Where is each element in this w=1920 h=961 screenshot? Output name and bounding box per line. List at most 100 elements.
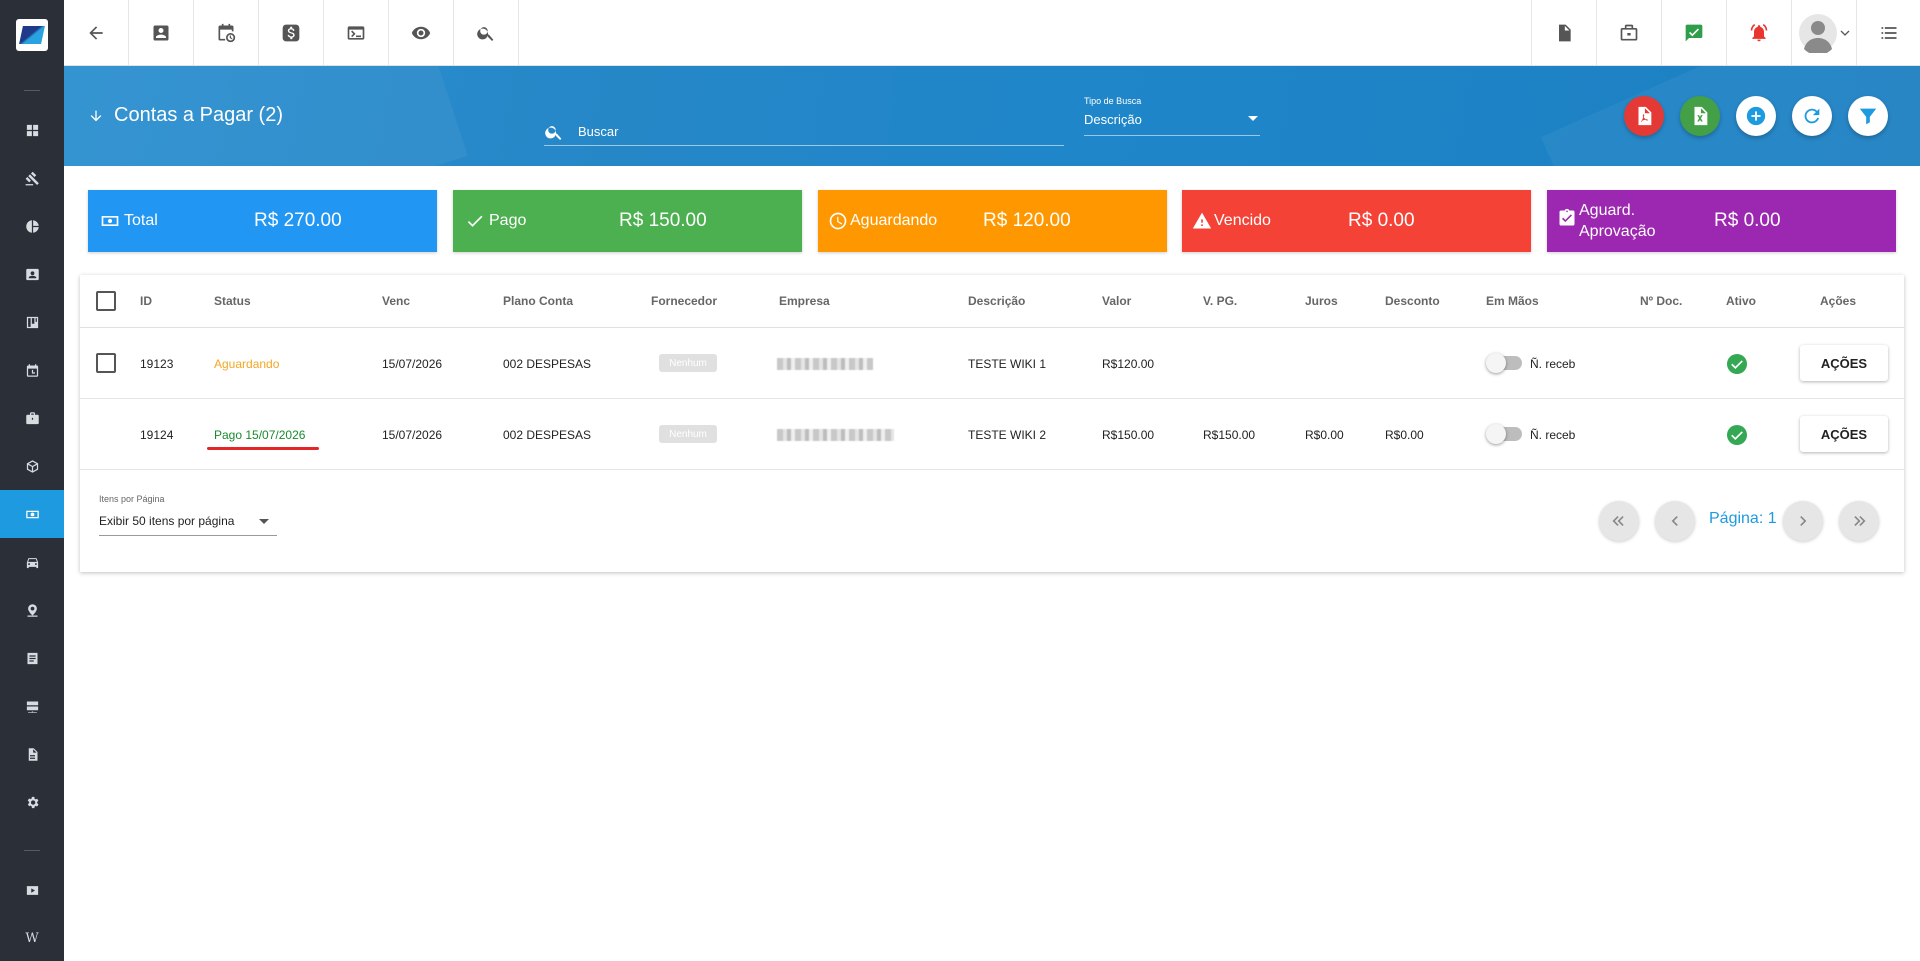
dollar-icon[interactable] (259, 0, 324, 65)
first-page-button[interactable] (1599, 501, 1639, 541)
column-header[interactable]: Fornecedor (651, 294, 717, 308)
table-row[interactable]: 19123 Aguardando 15/07/2026 002 DESPESAS… (80, 328, 1904, 399)
summary-card-pago[interactable]: Pago R$ 150.00 (453, 190, 802, 252)
summary-card-vencido[interactable]: Vencido R$ 0.00 (1182, 190, 1531, 252)
alarm-bell-icon[interactable] (1726, 0, 1791, 65)
eye-icon[interactable] (389, 0, 454, 65)
filter-button[interactable] (1848, 96, 1888, 136)
column-header[interactable]: Descrição (968, 294, 1025, 308)
wiki-icon[interactable]: W (0, 914, 64, 961)
chat-check-icon[interactable] (1661, 0, 1726, 65)
prev-page-button[interactable] (1655, 501, 1695, 541)
pie-chart-icon[interactable] (0, 202, 64, 250)
acoes-button[interactable]: AÇÕES (1800, 416, 1888, 452)
kanban-icon[interactable] (0, 298, 64, 346)
search-icon[interactable] (454, 0, 519, 65)
cell-valor: R$120.00 (1102, 357, 1155, 371)
cell-juros: R$0.00 (1305, 428, 1344, 442)
card-label: Aguard. Aprovação (1579, 200, 1656, 242)
column-header[interactable]: Status (214, 294, 251, 308)
location-icon[interactable] (0, 586, 64, 634)
cell-valor: R$150.00 (1102, 428, 1155, 442)
server-icon[interactable] (0, 682, 64, 730)
dashboard-icon[interactable] (0, 106, 64, 154)
add-button[interactable] (1736, 96, 1776, 136)
card-label-line: Aprovação (1579, 223, 1656, 240)
clipboard-check-icon (1557, 208, 1577, 228)
per-page-label: Itens por Página (99, 494, 165, 504)
schedule-icon[interactable] (0, 346, 64, 394)
search-type-label: Tipo de Busca (1084, 96, 1142, 106)
column-header[interactable]: Nº Doc. (1640, 294, 1682, 308)
card-label-line: Aguard. (1579, 202, 1636, 219)
column-header[interactable]: Desconto (1385, 294, 1440, 308)
contact-icon[interactable] (129, 0, 194, 65)
next-page-button[interactable] (1783, 501, 1823, 541)
settings-icon[interactable] (0, 778, 64, 826)
video-icon[interactable] (0, 866, 64, 914)
document-list-icon[interactable] (0, 634, 64, 682)
column-header[interactable]: Ativo (1726, 294, 1756, 308)
column-header[interactable]: ID (140, 294, 152, 308)
sidebar-divider (24, 850, 40, 851)
search-input[interactable]: Buscar (544, 118, 1064, 146)
alarm-clock-icon[interactable] (194, 0, 259, 65)
redacted-empresa (777, 429, 894, 441)
table-row[interactable]: 19124 Pago 15/07/2026 15/07/2026 002 DES… (80, 399, 1904, 470)
em-maos-toggle[interactable] (1486, 424, 1522, 444)
contact-card-icon[interactable] (0, 250, 64, 298)
em-maos-toggle[interactable] (1486, 353, 1522, 373)
sidebar: W (0, 0, 64, 961)
list-menu-icon[interactable] (1856, 0, 1920, 65)
refresh-button[interactable] (1792, 96, 1832, 136)
column-header[interactable]: Juros (1305, 294, 1338, 308)
back-arrow-icon[interactable] (64, 0, 129, 65)
check-circle-icon (1727, 425, 1747, 445)
toggle-knob (1486, 424, 1506, 444)
column-header[interactable]: Ações (1820, 294, 1856, 308)
app-logo[interactable] (16, 19, 48, 51)
column-header[interactable]: Valor (1102, 294, 1131, 308)
terminal-icon[interactable] (324, 0, 389, 65)
gavel-icon[interactable] (0, 154, 64, 202)
pdf-file-icon[interactable] (1531, 0, 1596, 65)
summary-card-aguardando[interactable]: Aguardando R$ 120.00 (818, 190, 1167, 252)
status-underline (207, 447, 319, 450)
business-icon[interactable] (0, 394, 64, 442)
acoes-button[interactable]: AÇÕES (1800, 345, 1888, 381)
excel-icon (1694, 106, 1708, 126)
business-case-icon[interactable] (1596, 0, 1661, 65)
cell-descricao: TESTE WIKI 1 (968, 357, 1047, 371)
clock-icon (828, 211, 848, 231)
column-header[interactable]: Venc (382, 294, 410, 308)
money-icon[interactable] (0, 490, 64, 538)
search-icon (545, 126, 562, 140)
toggle-knob (1486, 353, 1506, 373)
column-header[interactable]: V. PG. (1203, 294, 1237, 308)
column-header[interactable]: Plano Conta (503, 294, 573, 308)
search-type-select[interactable]: Tipo de Busca Descrição (1084, 96, 1260, 136)
add-circle-icon (1746, 106, 1766, 126)
per-page-select[interactable]: Exibir 50 itens por página (99, 510, 277, 536)
export-pdf-button[interactable] (1624, 96, 1664, 136)
cell-em-maos: Ñ. receb (1530, 357, 1576, 371)
file-icon[interactable] (0, 730, 64, 778)
select-all-checkbox[interactable] (96, 291, 116, 311)
row-checkbox[interactable] (96, 353, 116, 373)
chevron-down-icon (259, 519, 269, 524)
cell-plano: 002 DESPESAS (503, 357, 592, 371)
export-excel-button[interactable] (1680, 96, 1720, 136)
money-bill-icon (100, 211, 120, 231)
column-header[interactable]: Em Mãos (1486, 294, 1539, 308)
summary-card-total[interactable]: Total R$ 270.00 (88, 190, 437, 252)
car-icon[interactable] (0, 538, 64, 586)
column-header[interactable]: Empresa (779, 294, 830, 308)
summary-card-aprovacao[interactable]: Aguard. Aprovação R$ 0.00 (1547, 190, 1896, 252)
double-chevron-right-icon (1854, 516, 1866, 526)
last-page-button[interactable] (1839, 501, 1879, 541)
logo-mark (19, 26, 45, 44)
cell-venc: 15/07/2026 (382, 428, 443, 442)
card-label: Vencido (1214, 212, 1271, 229)
user-avatar-icon[interactable] (1791, 0, 1856, 65)
package-icon[interactable] (0, 442, 64, 490)
